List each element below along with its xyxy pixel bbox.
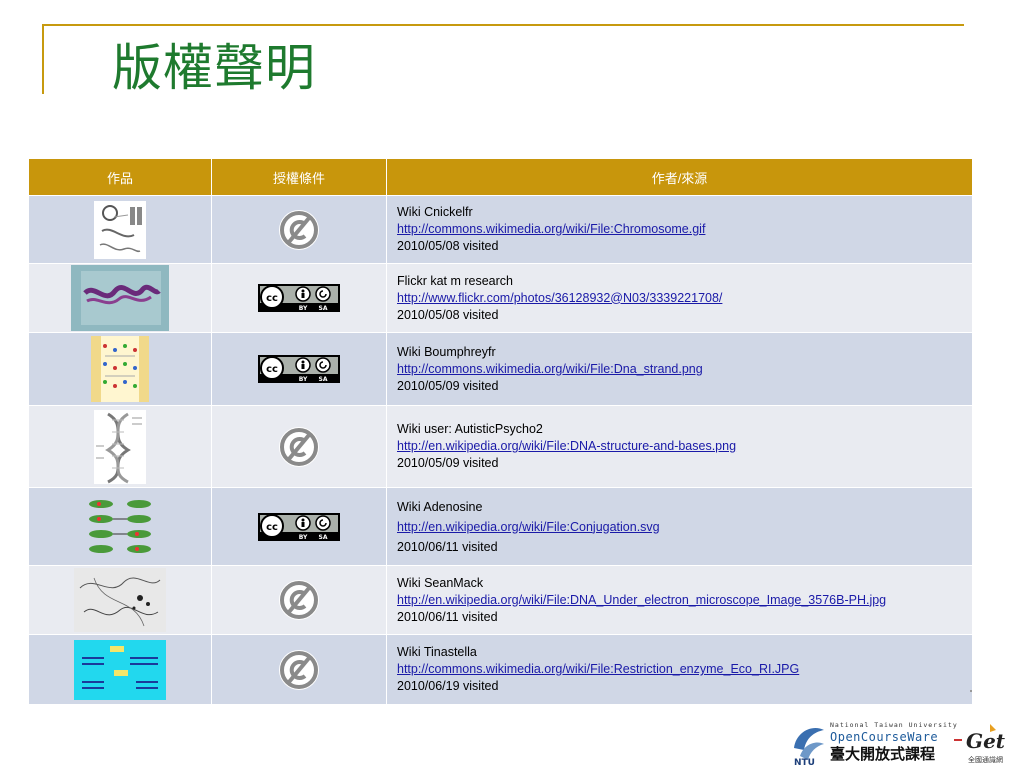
public-domain-icon [279, 209, 319, 250]
by-text: BY [299, 534, 308, 541]
author-name: Wiki user: AutisticPsycho2 [397, 422, 543, 436]
table-row: cc BY SA Wiki Adenosine http://en.wikipe… [28, 487, 973, 566]
cc-by-sa-badge-icon: cc BY SA [258, 284, 340, 312]
source-link[interactable]: http://en.wikipedia.org/wiki/File:DNA-st… [397, 438, 962, 455]
by-text: BY [299, 376, 308, 383]
dna-strand-icon [91, 336, 149, 402]
chromosome-drawing-icon [94, 200, 146, 259]
header-work: 作品 [28, 158, 212, 196]
public-domain-icon [279, 426, 319, 467]
get-logo-text: Get [966, 729, 1006, 753]
restriction-enzyme-icon [74, 639, 166, 700]
source-cell: Wiki Boumphreyfr http://commons.wikimedi… [386, 332, 973, 406]
visited-date: 2010/05/08 visited [397, 307, 499, 322]
ocw-text: OpenCourseWare [830, 730, 938, 744]
source-cell: Flickr kat m research http://www.flickr.… [386, 263, 973, 333]
dna-helix-icon [94, 409, 146, 484]
source-link[interactable]: http://commons.wikimedia.org/wiki/File:R… [397, 661, 962, 678]
electron-microscope-icon [74, 568, 166, 632]
source-link[interactable]: http://en.wikipedia.org/wiki/File:Conjug… [397, 517, 962, 537]
source-cell: Wiki Tinastella http://commons.wikimedia… [386, 634, 973, 705]
header-author-source: 作者/來源 [386, 158, 973, 196]
sa-text: SA [319, 534, 328, 541]
work-cell [28, 405, 212, 488]
cc-by-sa-badge-icon: cc BY SA [258, 512, 340, 541]
cc-by-sa-badge-icon: cc BY SA [258, 355, 340, 383]
license-cell [211, 565, 387, 635]
table-row: cc BY SA Flickr kat m research http://ww… [28, 263, 973, 333]
work-cell [28, 332, 212, 406]
by-text: BY [299, 305, 308, 312]
visited-date: 2010/06/11 visited [397, 609, 498, 624]
cc-text: cc [266, 364, 278, 375]
frame-top-line [42, 24, 964, 26]
frame-left-line [42, 24, 44, 94]
source-cell: Wiki Adenosine http://en.wikipedia.org/w… [386, 487, 973, 566]
author-name: Wiki Adenosine [397, 499, 483, 514]
source-cell: Wiki SeanMack http://en.wikipedia.org/wi… [386, 565, 973, 635]
visited-date: 2010/05/09 visited [397, 456, 499, 470]
sa-text: SA [319, 305, 328, 312]
table-row: Wiki Cnickelfr http://commons.wikimedia.… [28, 195, 973, 264]
sa-text: SA [319, 376, 328, 383]
table-header-row: 作品 授權條件 作者/來源 [28, 158, 973, 196]
source-cell: Wiki Cnickelfr http://commons.wikimedia.… [386, 195, 973, 264]
author-name: Flickr kat m research [397, 273, 513, 288]
slide-title: 版權聲明 [112, 39, 316, 97]
header-license: 授權條件 [211, 158, 387, 196]
work-cell [28, 263, 212, 333]
ntu-opencourseware-logo: NTU National Taiwan University OpenCours… [794, 721, 1006, 768]
get-sub-text: 全國通識網 [968, 755, 1003, 764]
chromosome-photo-icon [71, 265, 169, 331]
license-cell: cc BY SA [211, 263, 387, 333]
table-row: Wiki user: AutisticPsycho2 http://en.wik… [28, 405, 973, 488]
cc-text: cc [266, 293, 278, 304]
ntu-text: NTU [794, 758, 815, 768]
visited-date: 2010/05/09 visited [397, 378, 499, 393]
source-link[interactable]: http://commons.wikimedia.org/wiki/File:D… [397, 361, 962, 378]
license-cell: cc BY SA [211, 332, 387, 406]
author-name: Wiki Boumphreyfr [397, 344, 496, 359]
visited-date: 2010/06/19 visited [397, 679, 499, 693]
license-table: 作品 授權條件 作者/來源 Wiki Cnickelfr http://comm… [28, 158, 973, 705]
table-row: Wiki SeanMack http://en.wikipedia.org/wi… [28, 565, 973, 635]
license-cell [211, 195, 387, 264]
license-cell [211, 405, 387, 488]
source-cell: Wiki user: AutisticPsycho2 http://en.wik… [386, 405, 973, 488]
table-row: Wiki Tinastella http://commons.wikimedia… [28, 634, 973, 705]
decorative-dot [970, 690, 972, 692]
license-cell: cc BY SA [211, 487, 387, 566]
university-text: National Taiwan University [830, 721, 958, 729]
author-name: Wiki SeanMack [397, 575, 484, 590]
work-cell [28, 487, 212, 566]
ntu-chinese-text: 臺大開放式課程 [830, 745, 935, 763]
public-domain-icon [279, 649, 319, 690]
work-cell [28, 634, 212, 705]
work-cell [28, 195, 212, 264]
source-link[interactable]: http://en.wikipedia.org/wiki/File:DNA_Un… [397, 592, 962, 609]
source-link[interactable]: http://commons.wikimedia.org/wiki/File:C… [397, 221, 962, 238]
table-row: cc BY SA Wiki Boumphreyfr http://commons… [28, 332, 973, 406]
conjugation-diagram-icon [85, 496, 155, 557]
license-cell [211, 634, 387, 705]
source-link[interactable]: http://www.flickr.com/photos/36128932@N0… [397, 290, 962, 307]
visited-date: 2010/06/11 visited [397, 539, 498, 554]
author-name: Wiki Cnickelfr [397, 205, 473, 219]
visited-date: 2010/05/08 visited [397, 239, 499, 253]
public-domain-icon [279, 580, 319, 620]
author-name: Wiki Tinastella [397, 645, 477, 659]
work-cell [28, 565, 212, 635]
cc-text: cc [266, 522, 278, 533]
